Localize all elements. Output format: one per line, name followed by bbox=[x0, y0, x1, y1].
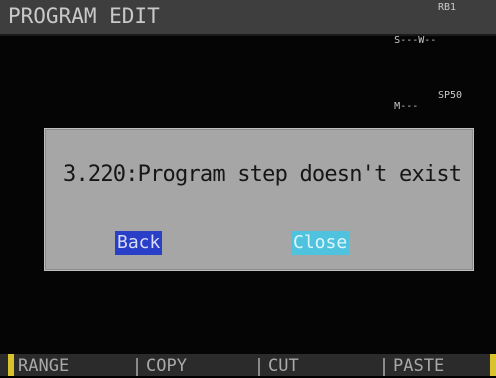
error-message: 3.220:Program step doesn't exist bbox=[63, 162, 462, 187]
pendant-screen: PROGRAM EDIT S---W-- RB1 M--- SP50 3.220… bbox=[0, 0, 496, 376]
status-line-1: S---W-- RB1 bbox=[346, 2, 456, 68]
error-dialog: 3.220:Program step doesn't exist Back Cl… bbox=[44, 128, 474, 271]
back-button[interactable]: Back bbox=[115, 231, 163, 255]
function-key-divider bbox=[136, 358, 138, 376]
f4-paste-key[interactable]: PASTE bbox=[393, 354, 444, 376]
status-line1-right: RB1 bbox=[438, 2, 457, 13]
function-key-divider bbox=[258, 358, 260, 376]
f1-range-key[interactable]: RANGE bbox=[18, 354, 69, 376]
function-bar-right-marker bbox=[490, 354, 496, 376]
screen-title: PROGRAM EDIT bbox=[8, 4, 160, 28]
f3-cut-key[interactable]: CUT bbox=[268, 354, 299, 376]
close-button[interactable]: Close bbox=[291, 231, 350, 255]
title-bar: PROGRAM EDIT S---W-- RB1 M--- SP50 bbox=[0, 0, 496, 112]
function-key-divider bbox=[383, 358, 385, 376]
f2-copy-key[interactable]: COPY bbox=[146, 354, 187, 376]
status-line2-right: SP50 bbox=[438, 90, 463, 101]
function-bar-left-marker bbox=[8, 354, 14, 376]
status-line2-left: M--- bbox=[394, 101, 419, 112]
status-line1-left: S---W-- bbox=[394, 35, 437, 46]
function-key-bar: RANGE COPY CUT PASTE bbox=[0, 354, 496, 376]
